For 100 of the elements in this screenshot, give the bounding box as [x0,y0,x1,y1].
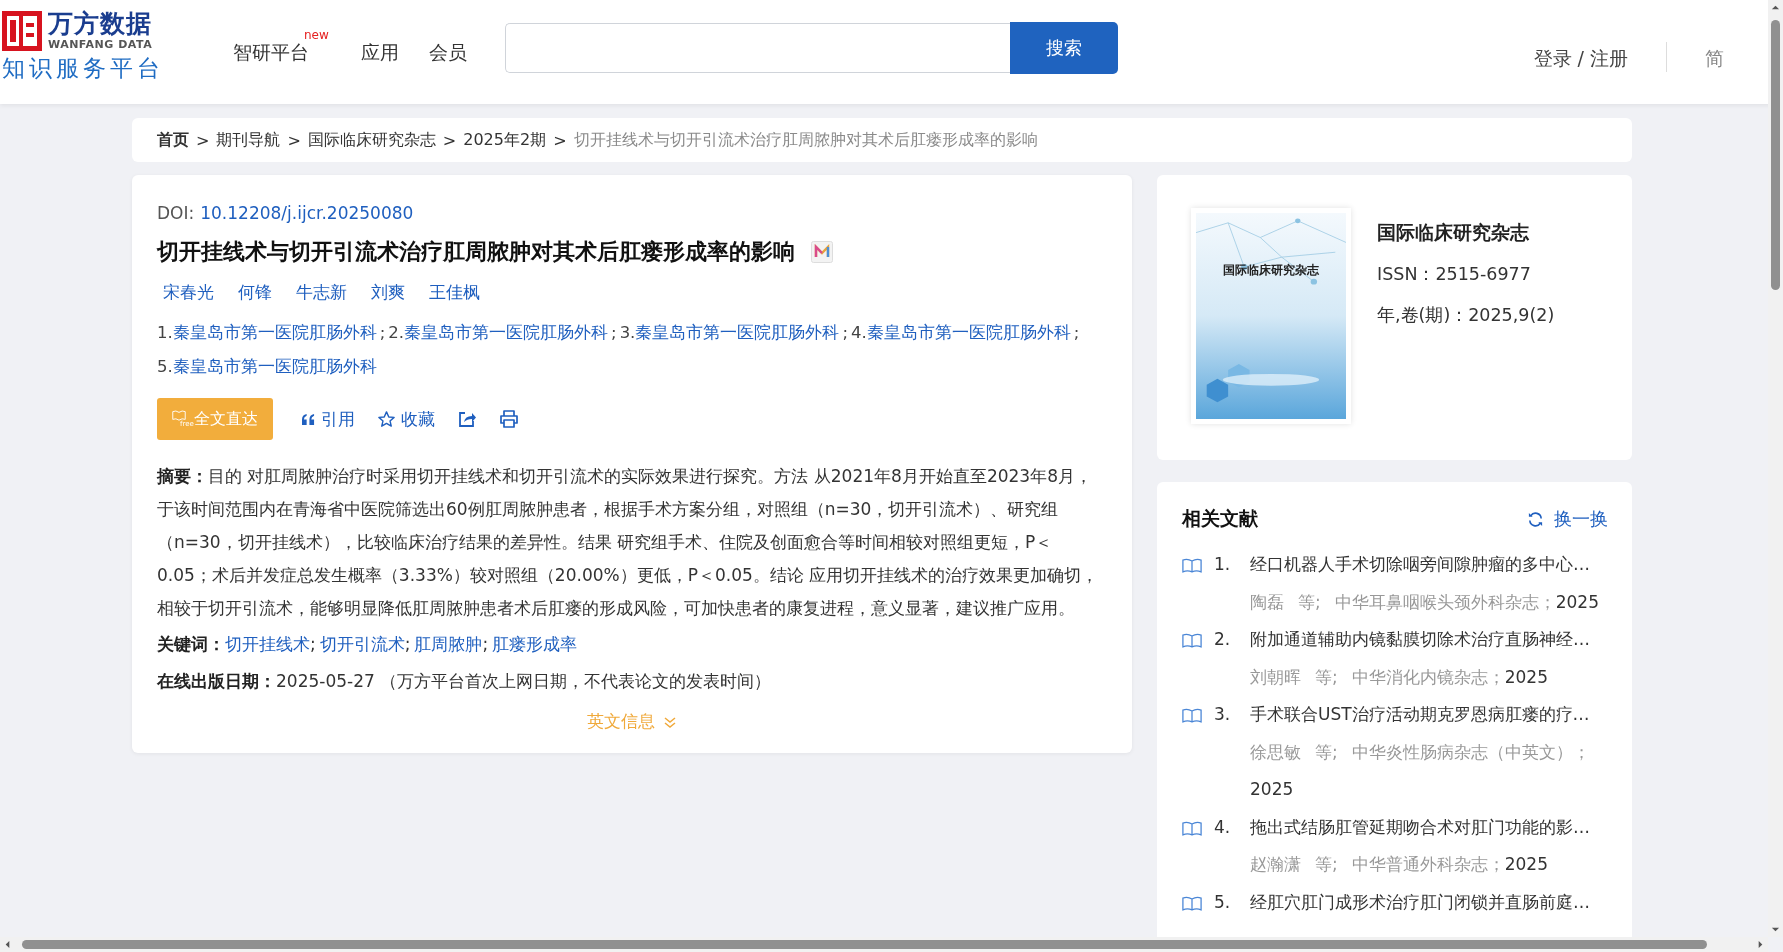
affiliation-number: 4. [850,323,867,342]
breadcrumb-separator: > [196,130,210,150]
quote-icon [301,412,316,426]
author-link[interactable]: 何锋 [238,281,272,304]
et-al-text: 等; [1315,665,1338,689]
affiliation-link[interactable]: 秦皇岛市第一医院肛肠外科 [172,357,377,376]
breadcrumb-link[interactable]: 2025年2期 [463,129,547,151]
affiliation-number: 2. [388,323,405,342]
scroll-thumb[interactable] [1771,20,1780,290]
affiliation-number: 3. [619,323,636,342]
refresh-icon [1527,510,1544,528]
year-text: 2025 [1250,778,1294,801]
author-link[interactable]: 宋春光 [163,281,214,304]
affiliation-number: 1. [157,323,173,342]
related-title-link[interactable]: 经肛穴肛门成形术治疗肛门闭锁并直肠前庭… [1250,891,1590,912]
keyword-link[interactable]: 切开引流术 [319,633,405,656]
search-button[interactable]: 搜索 [1010,21,1118,74]
logo-name: 万方数据 [48,10,153,38]
m-logo-icon[interactable] [811,241,833,263]
book-icon [1182,557,1202,574]
search-field[interactable] [505,22,1010,73]
horizontal-scrollbar[interactable] [0,937,1768,952]
journal-source: 中华普通外科杂志； [1351,853,1505,876]
author-name: 徐思敏 [1250,740,1301,764]
journal-source: 中华耳鼻咽喉头颈外科杂志； [1334,590,1556,614]
nav-link[interactable]: 会员 [429,41,467,63]
logo[interactable]: 万方数据 WANFANG DATA 知识服务平台 [0,0,197,84]
et-al-text: 等; [1315,740,1338,764]
journal-name[interactable]: 国际临床研究杂志 [1377,220,1555,245]
related-title-link[interactable]: 附加通道辅助内镜黏膜切除术治疗直肠神经… [1250,629,1590,649]
keyword-link[interactable]: 切开挂线术 [225,633,310,656]
language-link[interactable]: 简 [1705,46,1724,72]
breadcrumb-link[interactable]: 期刊导航 [216,129,281,151]
breadcrumb-link[interactable]: 首页 [157,129,189,151]
breadcrumb-separator: > [442,130,457,150]
doi-link[interactable]: 10.12208/j.ijcr.20250080 [200,203,414,223]
scroll-right-icon[interactable] [1756,940,1765,949]
et-al-text: 等; [1315,853,1338,876]
keyword-link[interactable]: 肛周脓肿 [414,633,483,656]
doi-label: DOI: [157,203,195,223]
keyword-separator: ; [310,634,316,654]
cite-link[interactable]: 引用 [301,407,355,431]
book-icon [1182,632,1202,649]
keyword-separator: ; [482,634,489,654]
book-icon [1182,819,1202,837]
keyword-link[interactable]: 肛瘘形成率 [492,633,578,656]
item-number: 4. [1214,815,1232,839]
author-link[interactable]: 王佳枫 [429,281,480,304]
affiliation-separator: ; [842,322,848,344]
affiliation-link[interactable]: 秦皇岛市第一医院肛肠外科 [635,323,840,342]
logo-tagline: 知识服务平台 [2,54,165,83]
affiliation-number: 5. [157,357,173,376]
author-link[interactable]: 牛志新 [296,281,347,304]
year-text: 2025 [1504,853,1548,876]
breadcrumb-link[interactable]: 国际临床研究杂志 [307,129,436,151]
new-label: new [304,28,329,42]
nav-link[interactable]: 应用 [361,41,399,63]
related-title-link[interactable]: 经口机器人手术切除咽旁间隙肿瘤的多中心… [1250,554,1590,574]
year-text: 2025 [1555,590,1599,614]
affiliation-link[interactable]: 秦皇岛市第一医院肛肠外科 [866,323,1071,342]
keywords-label: 关键词： [157,633,225,656]
scroll-up-icon[interactable] [1771,3,1780,12]
item-number: 5. [1214,890,1232,914]
logo-subtitle: WANFANG DATA [48,38,153,51]
related-title-link[interactable]: 拖出式结肠肛管延期吻合术对肛门功能的影… [1250,816,1590,837]
keyword-separator: ; [404,634,411,654]
login-link[interactable]: 登录 / 注册 [1533,46,1628,72]
author-name: 赵瀚潇 [1250,853,1301,876]
favorite-link[interactable]: 收藏 [377,407,435,431]
cover-title: 国际临床研究杂志 [1222,262,1320,279]
item-number: 3. [1214,703,1232,726]
journal-source: 中华消化内镜杂志； [1351,665,1505,689]
nav-link[interactable]: 智研平台 [233,41,309,63]
book-icon [1182,894,1202,912]
author-link[interactable]: 刘爽 [371,281,405,304]
author-name: 陶磊 [1250,590,1284,614]
abstract-text: 摘要：目的 对肛周脓肿治疗时采用切开挂线术和切开引流术的实际效果进行探究。方法 从2021年8月开始直至2023年8月，于该时间范围内在青海省中医院筛选出60例肛周脓肿患者，根据手术方案分组，对照组（n=30，切开引流术）、研究组（n=30，切开挂线术），比较临床治疗结果的差异性。结果 研究组手术、住院及创面愈合等时间相较对照组更短，P＜0.05；术后并发症总发生概率（3.33%）较对照组（20.00%）更低，P＜0.05。结论 应用切开挂线术的治疗效果更加确切，相较于切开引流术，能够明显降低肛周脓肿患者术后肛瘘的形成风险，可加快患者的康复进程，意义显著，建议推广应用。 [157,465,1100,620]
et-al-text: 等; [1298,590,1321,614]
chevron-down-icon [663,714,677,729]
share-icon[interactable] [457,409,477,429]
refresh-link[interactable]: 换一换 [1527,507,1608,531]
book-icon [1182,707,1202,724]
vertical-scrollbar[interactable] [1768,0,1783,937]
breadcrumb-separator: > [287,130,301,150]
scroll-thumb[interactable] [22,940,1707,949]
related-title-link[interactable]: 手术联合UST治疗活动期克罗恩病肛瘘的疗… [1250,704,1590,724]
affiliation-separator: ; [379,322,386,344]
scroll-down-icon[interactable] [1771,925,1780,934]
issn-text: ISSN：2515-6977 [1377,263,1532,286]
print-icon[interactable] [499,409,519,429]
issue-text: 年,卷(期)：2025,9(2) [1377,304,1555,327]
journal-source: 中华炎性肠病杂志（中英文）； [1351,740,1590,764]
author-name: 刘朝晖 [1250,665,1301,689]
item-number: 2. [1214,628,1232,651]
scroll-left-icon[interactable] [3,940,12,949]
affiliation-link[interactable]: 秦皇岛市第一医院肛肠外科 [172,323,377,342]
affiliation-link[interactable]: 秦皇岛市第一医院肛肠外科 [404,323,609,342]
journal-cover[interactable]: 国际临床研究杂志 [1191,208,1351,424]
article-title: 切开挂线术与切开引流术治疗肛周脓肿对其术后肛瘘形成率的影响 [157,238,795,266]
item-number: 1. [1214,553,1232,576]
